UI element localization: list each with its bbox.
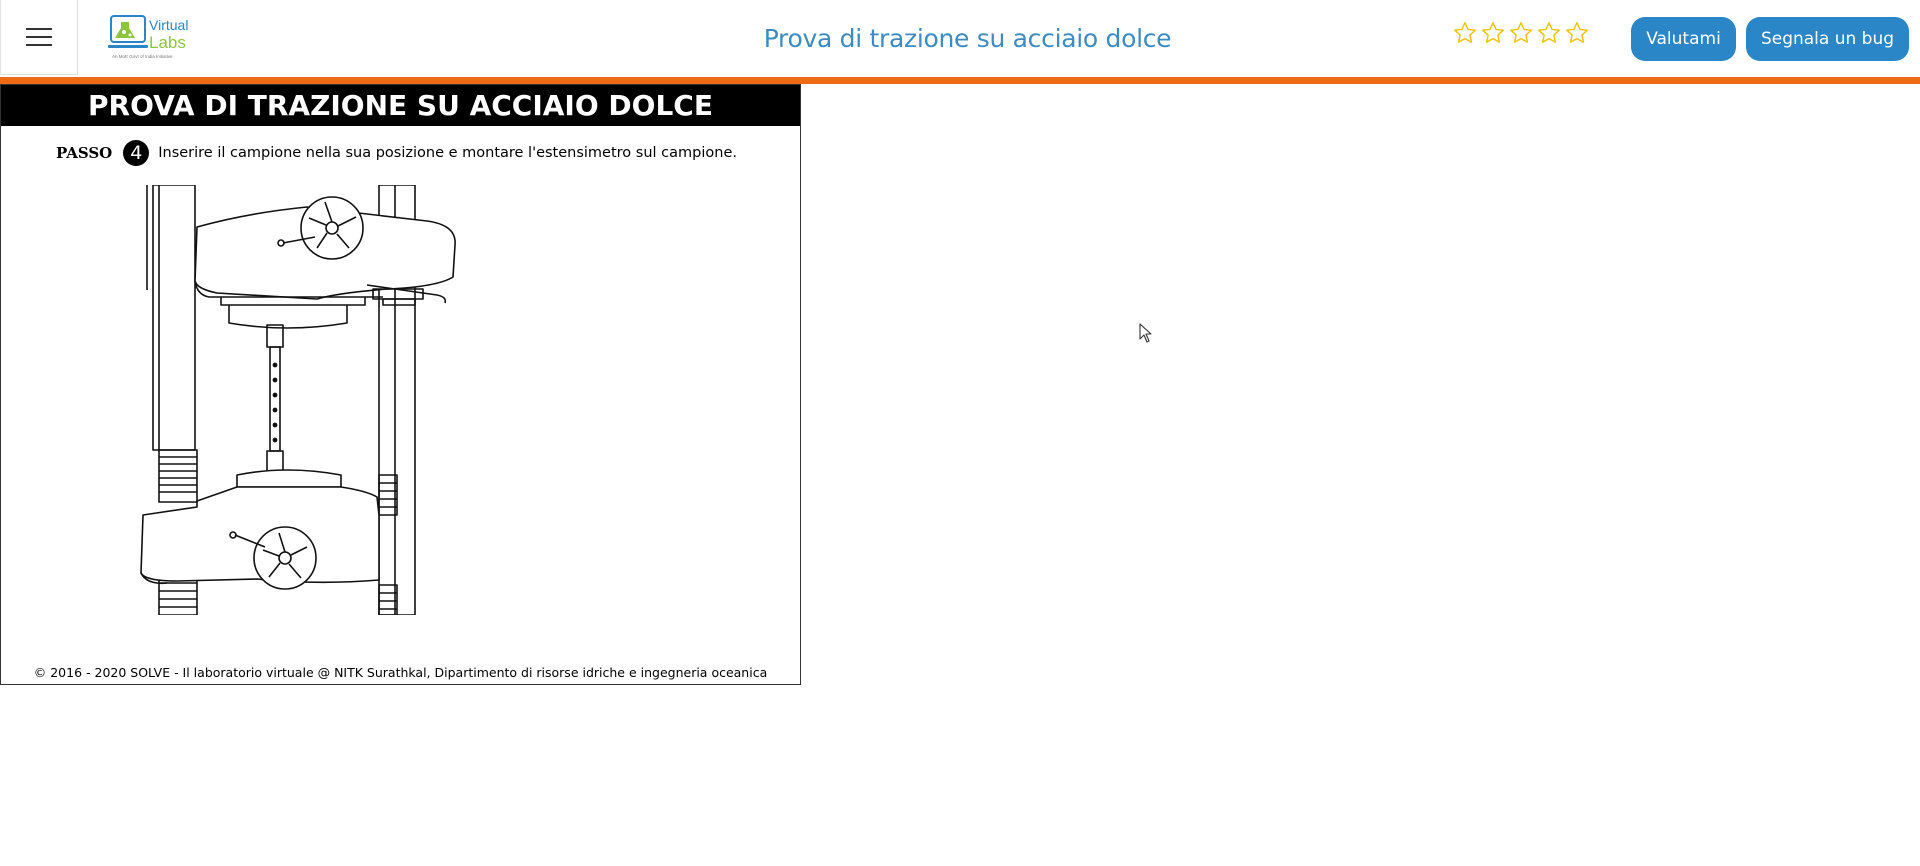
copyright-footer: © 2016 - 2020 SOLVE - Il laboratorio vir…	[33, 665, 768, 680]
simulation-heading: PROVA DI TRAZIONE SU ACCIAIO DOLCE	[1, 85, 800, 126]
star-outline-icon[interactable]	[1536, 20, 1562, 46]
accent-divider	[0, 77, 1920, 84]
step-text: Inserire il campione nella sua posizione…	[158, 145, 737, 161]
simulation-panel: PROVA DI TRAZIONE SU ACCIAIO DOLCE PASSO…	[0, 84, 801, 685]
star-outline-icon[interactable]	[1480, 20, 1506, 46]
step-number-badge: 4	[123, 140, 150, 166]
star-outline-icon[interactable]	[1508, 20, 1534, 46]
rating-stars[interactable]	[1452, 20, 1590, 46]
report-bug-button[interactable]: Segnala un bug	[1746, 17, 1909, 61]
specimen	[269, 346, 281, 452]
step-instruction: PASSO 4 Inserire il campione nella sua p…	[56, 140, 737, 166]
star-outline-icon[interactable]	[1452, 20, 1478, 46]
svg-text:An MoE Govt of India Initiativ: An MoE Govt of India Initiative	[112, 54, 173, 59]
step-label: PASSO	[56, 144, 113, 162]
rate-button[interactable]: Valutami	[1631, 17, 1736, 61]
mouse-cursor-icon	[1139, 323, 1152, 343]
top-navbar: Virtual Labs An MoE Govt of India Initia…	[0, 0, 1920, 77]
star-outline-icon[interactable]	[1564, 20, 1590, 46]
utm-machine-illustration[interactable]	[137, 185, 467, 615]
